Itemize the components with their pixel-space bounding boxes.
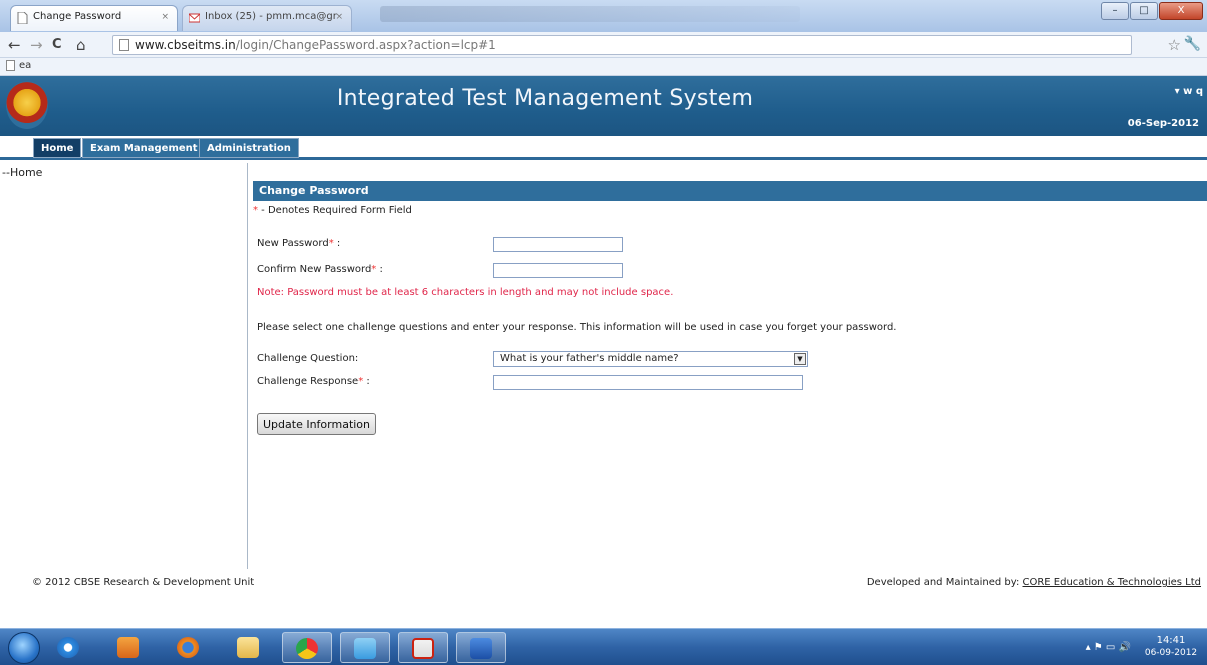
url-text: www.cbseitms.in/login/ChangePassword.asp… [135, 38, 496, 52]
word-icon [470, 638, 492, 659]
pdf-icon [412, 638, 434, 659]
challenge-info: Please select one challenge questions an… [257, 322, 897, 333]
chrome-icon [296, 638, 318, 659]
folder-icon [237, 637, 259, 658]
challenge-question-select[interactable]: What is your father's middle name? ▼ [493, 351, 808, 367]
clock-date: 06-09-2012 [1144, 648, 1198, 658]
clock[interactable]: 14:41 06-09-2012 [1141, 634, 1201, 660]
label-text: Confirm New Password [257, 264, 372, 275]
url-path: /login/ChangePassword.aspx?action=lcp#1 [235, 38, 496, 52]
footer-credits: Developed and Maintained by: CORE Educat… [867, 577, 1201, 588]
label-text: Challenge Response [257, 376, 359, 387]
challenge-response-label: Challenge Response* : [257, 376, 370, 387]
tab-inbox[interactable]: Inbox (25) - pmm.mca@gr × [182, 5, 352, 31]
sidebar-item-home[interactable]: --Home [2, 166, 42, 179]
page-icon [17, 12, 28, 24]
tab-close-icon[interactable]: × [161, 12, 169, 22]
clock-time: 14:41 [1156, 635, 1186, 646]
footer-credits-prefix: Developed and Maintained by: [866, 577, 1023, 588]
selected-question: What is your father's middle name? [500, 353, 679, 364]
tab-change-password[interactable]: Change Password × [10, 5, 178, 31]
menu-tab-administration[interactable]: Administration [199, 138, 299, 158]
page-icon [119, 39, 129, 51]
tab-label: Change Password [33, 11, 122, 22]
address-bar[interactable]: www.cbseitms.in/login/ChangePassword.asp… [112, 35, 1132, 55]
required-note-text: - Denotes Required Form Field [258, 205, 412, 216]
required-note: * - Denotes Required Form Field [253, 205, 412, 216]
forward-icon[interactable]: → [30, 36, 43, 54]
label-text: New Password [257, 238, 329, 249]
home-icon[interactable]: ⌂ [76, 36, 86, 54]
tray-icons[interactable]: ▴ ⚑ ▭ 🔊 [1086, 642, 1131, 653]
new-password-label: New Password* : [257, 238, 340, 249]
page-icon [6, 60, 15, 71]
user-menu[interactable]: ▾ w q [1175, 86, 1203, 97]
wrench-icon[interactable]: 🔧 [1184, 36, 1201, 52]
menu-tab-home[interactable]: Home [33, 138, 82, 158]
browser-tabstrip: Change Password × Inbox (25) - pmm.mca@g… [0, 0, 1207, 32]
messenger-taskbar-button[interactable] [340, 632, 390, 663]
reload-icon[interactable]: C [52, 36, 62, 54]
label-colon: : [363, 376, 370, 387]
back-icon[interactable]: ← [8, 36, 21, 54]
screen: Change Password × Inbox (25) - pmm.mca@g… [0, 0, 1207, 665]
system-tray: ▴ ⚑ ▭ 🔊 14:41 06-09-2012 [1041, 633, 1201, 663]
bookmark-ea[interactable]: ea [6, 60, 31, 71]
menu-tab-exam-management[interactable]: Exam Management [82, 138, 206, 158]
window-controls: – □ X [1101, 2, 1203, 20]
ie-icon [57, 637, 79, 658]
tab-close-icon[interactable]: × [335, 12, 343, 22]
ie-taskbar-button[interactable] [48, 632, 88, 663]
panel-title: Change Password [253, 181, 1207, 201]
explorer-taskbar-button[interactable] [228, 632, 268, 663]
challenge-question-label: Challenge Question: [257, 353, 359, 364]
minimize-button[interactable]: – [1101, 2, 1129, 20]
windows-taskbar: ▴ ⚑ ▭ 🔊 14:41 06-09-2012 [0, 628, 1207, 665]
url-host: www.cbseitms.in [135, 38, 236, 52]
chrome-taskbar-button[interactable] [282, 632, 332, 663]
bookmarks-bar: ea [0, 58, 1207, 76]
footer-copyright: © 2012 CBSE Research & Development Unit [32, 577, 255, 588]
messenger-icon [354, 638, 376, 659]
bookmark-label: ea [19, 60, 32, 71]
media-player-taskbar-button[interactable] [108, 632, 148, 663]
core-link[interactable]: CORE Education & Technologies Ltd [1023, 577, 1202, 588]
maximize-button[interactable]: □ [1130, 2, 1158, 20]
site-title: Integrated Test Management System [336, 86, 754, 111]
label-colon: : [376, 264, 383, 275]
browser-toolbar: ← → C ⌂ www.cbseitms.in/login/ChangePass… [0, 32, 1207, 58]
word-taskbar-button[interactable] [456, 632, 506, 663]
dropdown-arrow-icon[interactable]: ▼ [794, 353, 806, 365]
main-menu: Home Exam Management Administration [0, 136, 1207, 160]
site-header: Integrated Test Management System ▾ w q … [0, 76, 1207, 136]
firefox-taskbar-button[interactable] [168, 632, 208, 663]
acrobat-taskbar-button[interactable] [398, 632, 448, 663]
window-title-blur [380, 6, 800, 22]
bookmark-star-icon[interactable]: ☆ [1168, 36, 1181, 54]
media-player-icon [117, 637, 139, 658]
update-information-button[interactable]: Update Information [257, 413, 377, 435]
gmail-icon [189, 13, 200, 23]
close-window-button[interactable]: X [1159, 2, 1203, 20]
tab-label: Inbox (25) - pmm.mca@gr [205, 11, 337, 22]
firefox-icon [177, 637, 199, 658]
start-button[interactable] [8, 632, 40, 664]
password-rule-note: Note: Password must be at least 6 charac… [257, 287, 674, 298]
challenge-response-input[interactable] [493, 375, 803, 390]
label-colon: : [333, 238, 341, 249]
confirm-password-label: Confirm New Password* : [257, 264, 383, 275]
confirm-password-input[interactable] [493, 263, 623, 278]
header-date: 06-Sep-2012 [1127, 118, 1199, 129]
new-password-input[interactable] [493, 237, 623, 252]
sidebar: --Home [2, 163, 248, 569]
